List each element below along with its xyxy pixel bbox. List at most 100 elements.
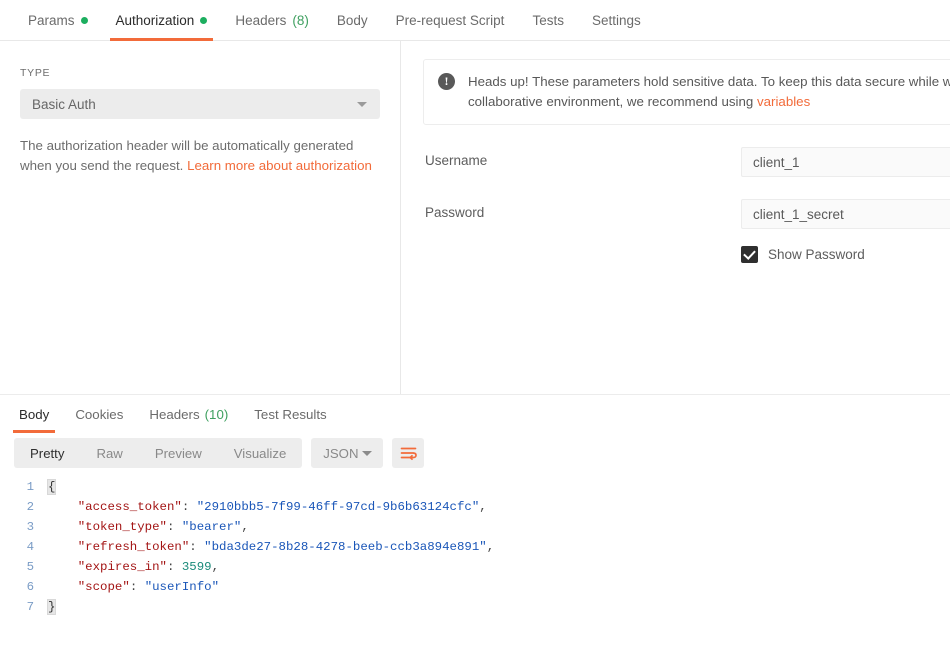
code-line-content: "refresh_token": "bda3de27-8b28-4278-bee… [48,540,494,554]
code-token: "refresh_token" [78,540,190,554]
tab-headers[interactable]: Headers (8) [221,0,323,41]
code-token: , [212,560,219,574]
notice-text: Heads up! These parameters hold sensitiv… [468,74,950,109]
code-token [48,500,78,514]
view-mode-preview[interactable]: Preview [139,438,218,468]
response-body-code[interactable]: 1{2 "access_token": "2910bbb5-7f99-46ff-… [0,477,950,637]
tab-tests-label: Tests [532,13,564,28]
response-tab-headers[interactable]: Headers (10) [136,395,241,433]
view-mode-raw-label: Raw [96,446,122,461]
response-tab-cookies-label: Cookies [75,407,123,422]
tab-body[interactable]: Body [323,0,382,41]
code-token: { [48,480,55,494]
code-line: 3 "token_type": "bearer", [0,517,950,537]
username-row: Username client_1 [423,147,950,177]
info-icon: ! [438,73,455,90]
code-token: : [167,520,182,534]
code-line-number: 4 [0,540,48,554]
view-mode-raw[interactable]: Raw [80,438,138,468]
code-token [48,560,78,574]
code-line-number: 6 [0,580,48,594]
password-label: Password [425,205,484,220]
tab-authorization[interactable]: Authorization [102,0,222,41]
word-wrap-button[interactable] [392,438,424,468]
code-token: , [241,520,248,534]
response-tab-test-results-label: Test Results [254,407,326,422]
tab-tests[interactable]: Tests [518,0,578,41]
status-dot-icon [81,17,88,24]
auth-type-label: TYPE [20,67,380,79]
response-tab-headers-label: Headers [149,407,199,422]
code-line-number: 1 [0,480,48,494]
tab-headers-label: Headers [235,13,286,28]
view-mode-visualize[interactable]: Visualize [218,438,303,468]
code-line: 4 "refresh_token": "bda3de27-8b28-4278-b… [0,537,950,557]
code-token: : [189,540,204,554]
code-line-content: { [48,480,55,494]
tab-headers-count: (8) [292,13,309,28]
code-token: , [487,540,494,554]
response-view-toolbar: Pretty Raw Preview Visualize JSON [0,433,950,468]
tab-params-label: Params [28,13,75,28]
chevron-down-icon [362,451,372,456]
code-token: : [182,500,197,514]
view-mode-visualize-label: Visualize [234,446,287,461]
response-format-select[interactable]: JSON [311,438,383,468]
auth-helper-text: The authorization header will be automat… [20,136,380,176]
username-label: Username [425,153,487,168]
code-line: 7} [0,597,950,617]
view-mode-preview-label: Preview [155,446,202,461]
code-line-number: 3 [0,520,48,534]
response-tab-bar: Body Cookies Headers (10) Test Results [0,395,950,433]
code-token: "scope" [78,580,130,594]
response-format-value: JSON [323,446,358,461]
response-tab-body[interactable]: Body [6,395,62,433]
tab-settings[interactable]: Settings [578,0,655,41]
code-token: : [130,580,145,594]
authorization-panel: TYPE Basic Auth The authorization header… [0,41,950,394]
code-line-content: "scope": "userInfo" [48,580,219,594]
code-token: 3599 [182,560,212,574]
code-token: "bearer" [182,520,242,534]
response-tab-headers-count: (10) [205,407,229,422]
code-token: "2910bbb5-7f99-46ff-97cd-9b6b63124cfc" [197,500,480,514]
response-panel: Body Cookies Headers (10) Test Results P… [0,394,950,649]
code-token: "access_token" [78,500,182,514]
variables-link[interactable]: variables [757,94,810,109]
auth-credentials-pane: ! Heads up! These parameters hold sensit… [401,41,950,394]
username-input[interactable]: client_1 [741,147,950,177]
tab-body-label: Body [337,13,368,28]
status-dot-icon [200,17,207,24]
tab-authorization-label: Authorization [116,13,195,28]
view-mode-pretty-label: Pretty [30,446,64,461]
code-token: "userInfo" [145,580,219,594]
tab-pre-request-script-label: Pre-request Script [396,13,505,28]
sensitive-data-notice: ! Heads up! These parameters hold sensit… [423,59,950,125]
word-wrap-icon [400,446,417,461]
code-token: : [167,560,182,574]
code-line-number: 7 [0,600,48,614]
code-line-content: "token_type": "bearer", [48,520,249,534]
code-token: "token_type" [78,520,167,534]
code-token: "bda3de27-8b28-4278-beeb-ccb3a894e891" [204,540,487,554]
auth-type-value: Basic Auth [32,97,96,112]
code-line-content: "access_token": "2910bbb5-7f99-46ff-97cd… [48,500,487,514]
code-token: } [48,600,55,614]
response-tab-test-results[interactable]: Test Results [241,395,339,433]
password-input[interactable]: client_1_secret [741,199,950,229]
postman-request-response-view: Params Authorization Headers (8) Body Pr… [0,0,950,649]
response-tab-cookies[interactable]: Cookies [62,395,136,433]
tab-params[interactable]: Params [14,0,102,41]
tab-pre-request-script[interactable]: Pre-request Script [382,0,519,41]
auth-type-select[interactable]: Basic Auth [20,89,380,119]
code-token: , [479,500,486,514]
show-password-checkbox[interactable] [741,246,758,263]
code-token [48,540,78,554]
show-password-row: Show Password [423,243,950,265]
username-value: client_1 [753,155,800,170]
learn-more-authorization-link[interactable]: Learn more about authorization [187,158,372,173]
request-tab-bar: Params Authorization Headers (8) Body Pr… [0,0,950,41]
code-token [48,580,78,594]
view-mode-pretty[interactable]: Pretty [14,438,80,468]
response-tab-body-label: Body [19,407,49,422]
